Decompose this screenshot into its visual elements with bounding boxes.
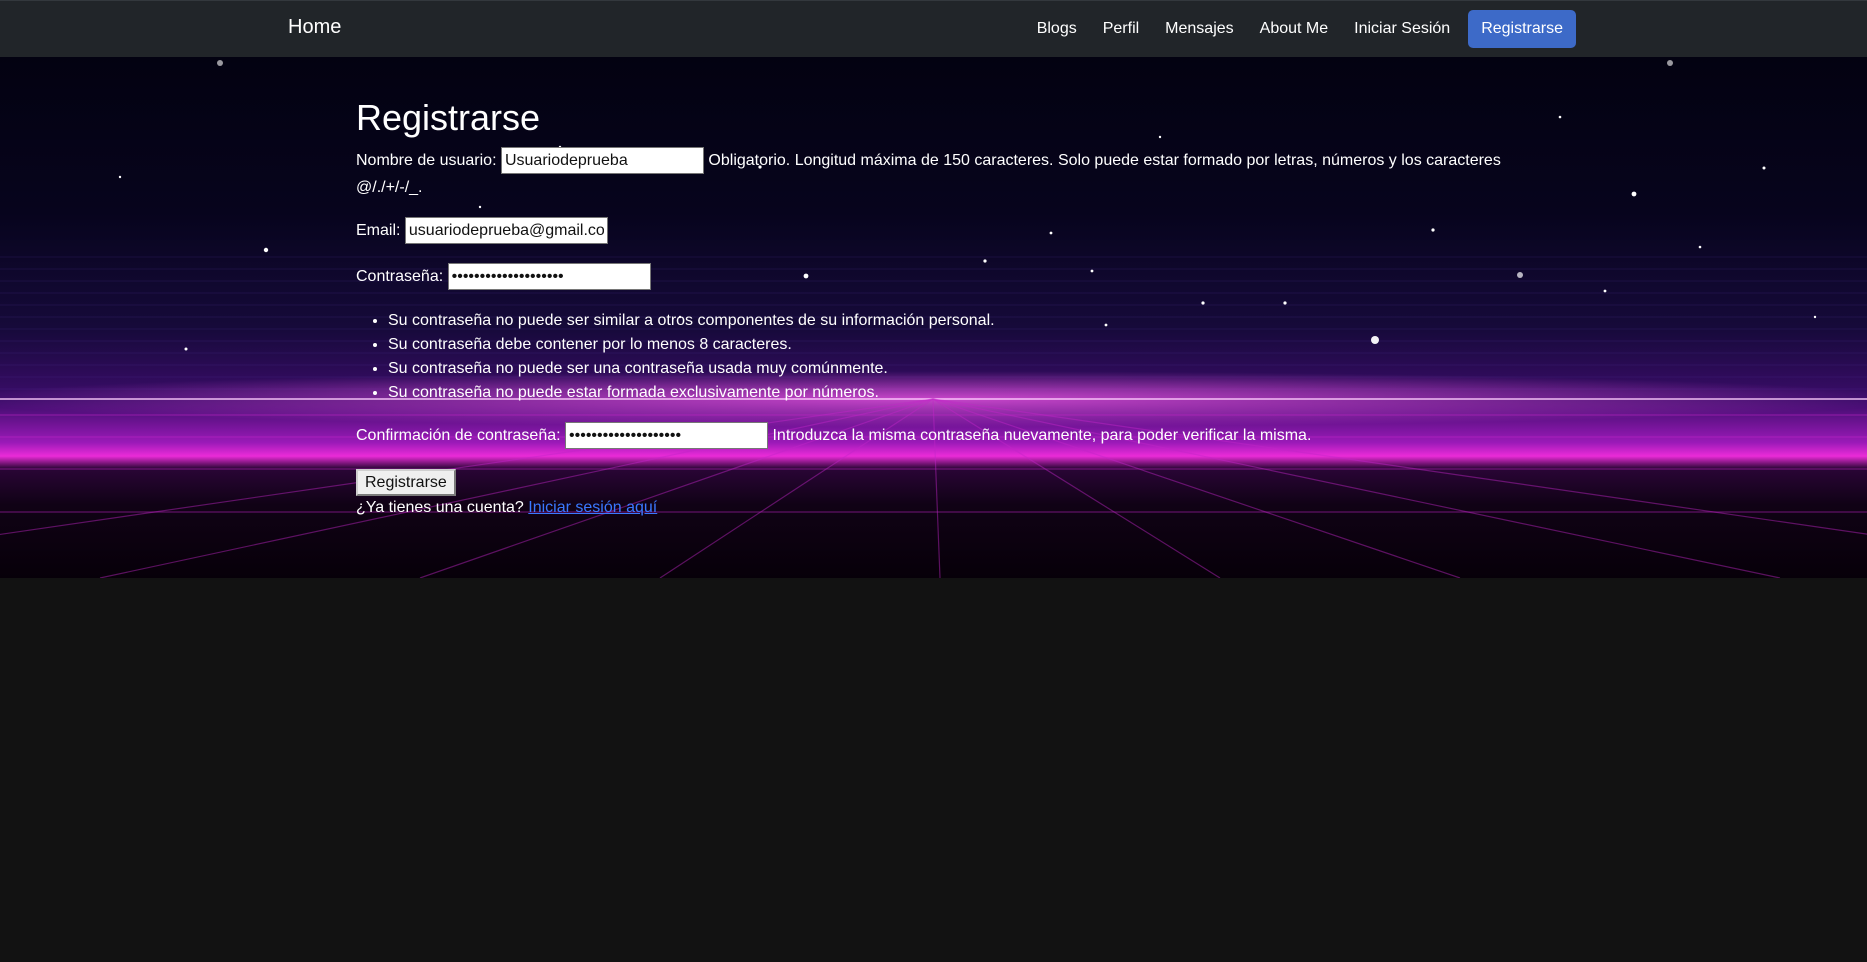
password-rule: Su contraseña no puede estar formada exc… (388, 381, 995, 405)
email-label: Email: (356, 222, 401, 239)
username-input[interactable] (500, 147, 704, 175)
brand-home-link[interactable]: Home (288, 16, 341, 39)
username-label: Nombre de usuario: (356, 152, 497, 169)
login-prompt-row: ¿Ya tienes una cuenta? Iniciar sesión aq… (356, 496, 657, 520)
password-confirm-input[interactable] (565, 422, 769, 450)
nav-link-mensajes[interactable]: Mensajes (1165, 10, 1233, 48)
password-rule: Su contraseña no puede ser una contraseñ… (388, 357, 995, 381)
password-row: Contraseña: (356, 263, 651, 291)
register-submit-button[interactable]: Registrarse (356, 469, 456, 496)
nav-link-about-me[interactable]: About Me (1260, 10, 1328, 48)
nav-links: Blogs Perfil Mensajes About Me Iniciar S… (1011, 10, 1576, 48)
password-confirm-row: Confirmación de contraseña: Introduzca l… (356, 422, 1312, 450)
nav-link-perfil[interactable]: Perfil (1103, 10, 1139, 48)
password-confirm-help-text: Introduzca la misma contraseña nuevament… (772, 427, 1312, 444)
nav-link-registrarse[interactable]: Registrarse (1468, 10, 1576, 48)
login-prompt-text: ¿Ya tienes una cuenta? (356, 499, 524, 516)
username-row: Nombre de usuario: Obligatorio. Longitud… (356, 147, 1516, 201)
nav-link-iniciar-sesion[interactable]: Iniciar Sesión (1354, 10, 1450, 48)
password-confirm-label: Confirmación de contraseña: (356, 427, 561, 444)
navbar: Home Blogs Perfil Mensajes About Me Inic… (0, 0, 1867, 57)
password-input[interactable] (447, 263, 651, 291)
password-rule: Su contraseña debe contener por lo menos… (388, 333, 995, 357)
password-label: Contraseña: (356, 268, 444, 285)
password-rule: Su contraseña no puede ser similar a otr… (388, 309, 995, 333)
page-title: Registrarse (356, 97, 541, 138)
email-row: Email: (356, 217, 608, 245)
password-rules-list: Su contraseña no puede ser similar a otr… (356, 309, 995, 405)
login-link[interactable]: Iniciar sesión aquí (528, 499, 657, 516)
nav-link-blogs[interactable]: Blogs (1037, 10, 1077, 48)
email-input[interactable] (404, 217, 608, 245)
